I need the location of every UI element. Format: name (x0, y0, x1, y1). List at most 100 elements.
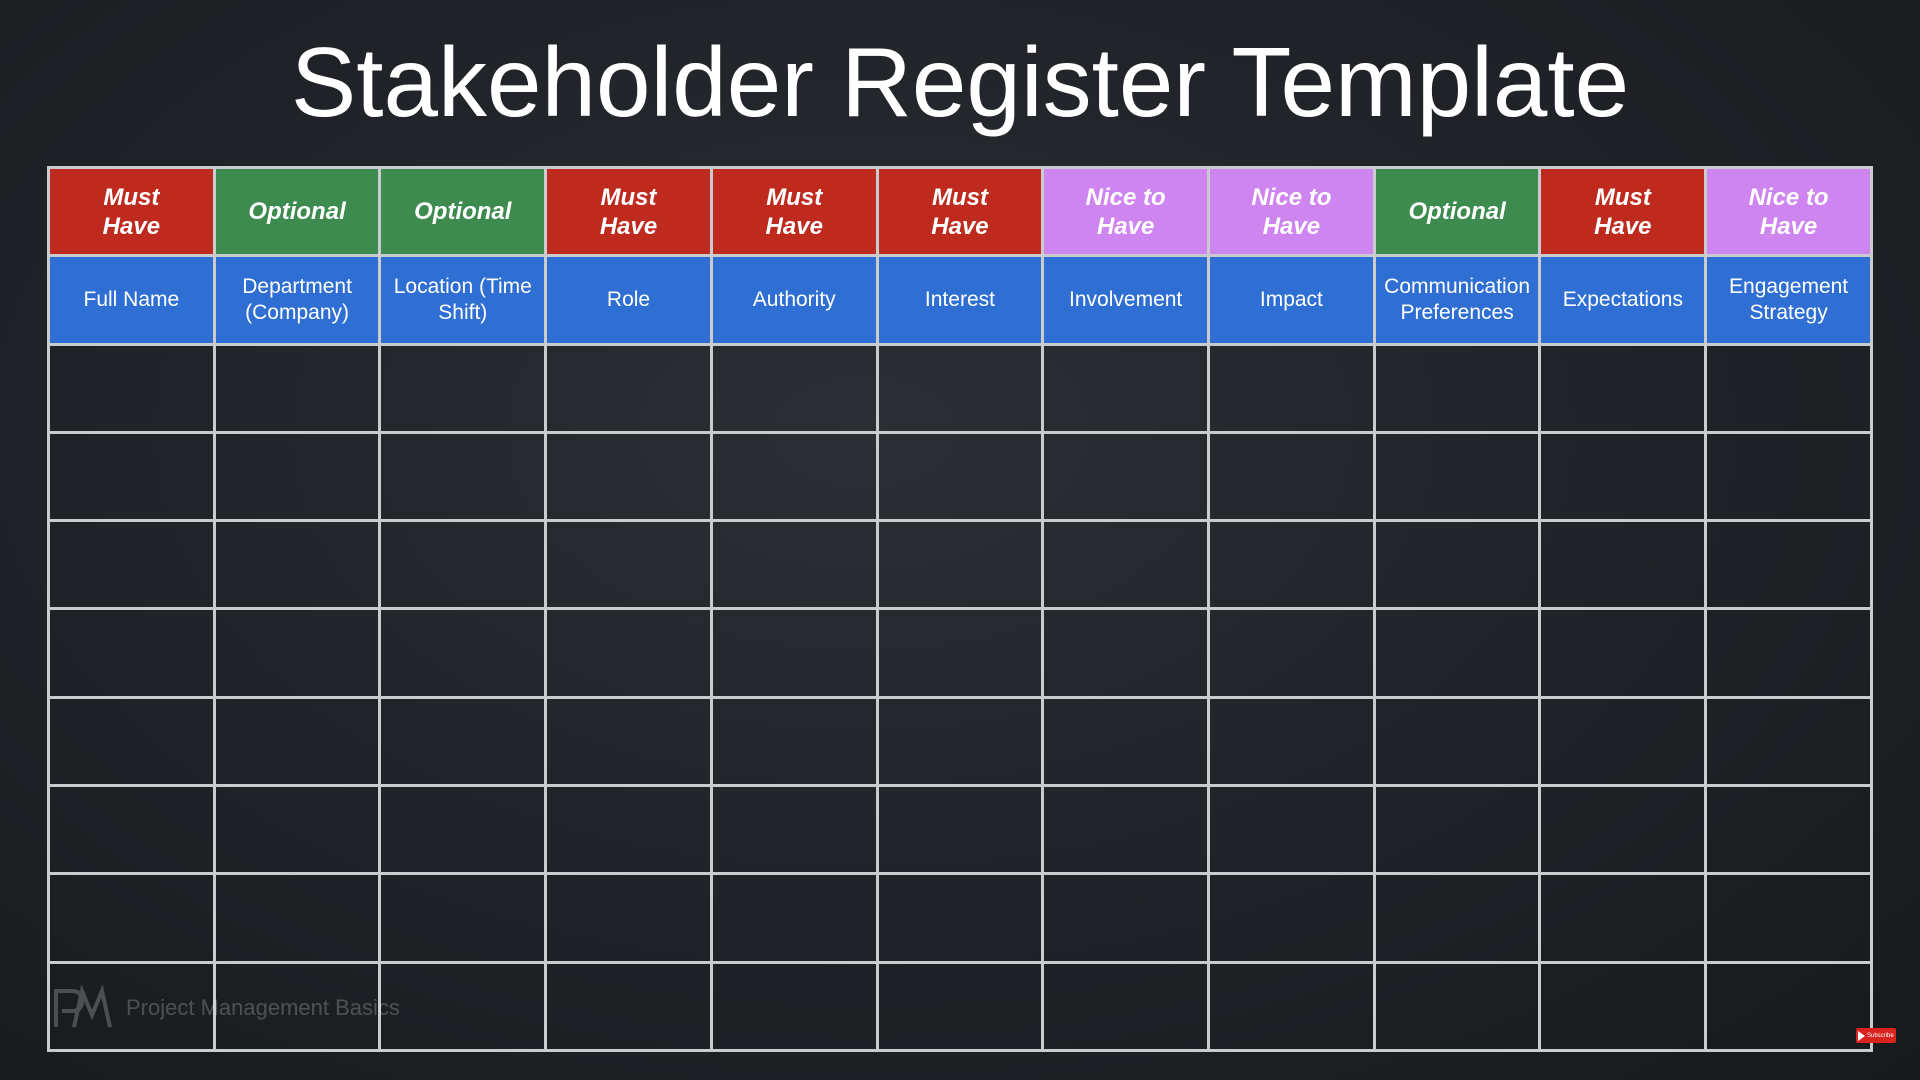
table-cell[interactable] (544, 519, 713, 611)
table-cell[interactable] (1207, 695, 1376, 788)
table-cell[interactable] (47, 342, 216, 434)
table-cell[interactable] (1704, 784, 1873, 876)
table-cell[interactable] (709, 430, 879, 523)
table-cell[interactable] (875, 695, 1045, 788)
table-cell[interactable] (709, 695, 879, 788)
table-cell[interactable] (1207, 607, 1376, 699)
table-cell[interactable] (544, 342, 713, 434)
table-cell[interactable] (1041, 519, 1211, 611)
table-cell[interactable] (544, 872, 713, 964)
table-cell[interactable] (378, 960, 548, 1053)
table-cell[interactable] (1538, 519, 1708, 611)
table-cell[interactable] (709, 960, 879, 1053)
table-cell[interactable] (709, 872, 879, 964)
column-header-label: Department (Company) (242, 274, 352, 324)
table-cell[interactable] (212, 342, 382, 434)
table-cell[interactable] (544, 607, 713, 699)
table-cell[interactable] (378, 430, 548, 523)
table-cell[interactable] (1704, 872, 1873, 964)
table-cell[interactable] (1372, 342, 1542, 434)
table-cell[interactable] (1207, 960, 1376, 1053)
table-cell[interactable] (212, 960, 382, 1053)
column-header-label: Engagement Strategy (1729, 274, 1849, 324)
table-cell[interactable] (212, 695, 382, 788)
table-cell[interactable] (1372, 695, 1542, 788)
priority-label: Must Have (599, 183, 658, 240)
table-cell[interactable] (1372, 519, 1542, 611)
table-cell[interactable] (709, 784, 879, 876)
table-cell[interactable] (47, 695, 216, 788)
table-cell[interactable] (47, 872, 216, 964)
table-cell[interactable] (544, 960, 713, 1053)
table-cell[interactable] (378, 607, 548, 699)
table-cell[interactable] (1372, 784, 1542, 876)
table-cell[interactable] (47, 519, 216, 611)
table-cell[interactable] (1704, 519, 1873, 611)
table-cell[interactable] (378, 695, 548, 788)
table-cell[interactable] (1207, 342, 1376, 434)
column-header-interest: Interest (875, 254, 1045, 346)
table-cell[interactable] (1041, 695, 1211, 788)
table-cell[interactable] (1538, 607, 1708, 699)
table-cell[interactable] (47, 960, 216, 1053)
table-cell[interactable] (378, 342, 548, 434)
table-cell[interactable] (378, 872, 548, 964)
table-cell[interactable] (1207, 519, 1376, 611)
table-cell[interactable] (212, 872, 382, 964)
column-header-expectations: Expectations (1538, 254, 1708, 346)
table-cell[interactable] (1041, 872, 1211, 964)
priority-cell-engagement: Nice to Have (1704, 165, 1873, 258)
column-header-full-name: Full Name (47, 254, 216, 346)
table-cell[interactable] (1704, 695, 1873, 788)
table-cell[interactable] (1207, 784, 1376, 876)
priority-label: Must Have (1594, 183, 1652, 240)
table-cell[interactable] (1041, 960, 1211, 1053)
table-cell[interactable] (212, 519, 382, 611)
table-cell[interactable] (544, 430, 713, 523)
table-cell[interactable] (1372, 960, 1542, 1053)
table-cell[interactable] (1372, 607, 1542, 699)
table-cell[interactable] (875, 430, 1045, 523)
priority-label: Nice to Have (1748, 183, 1829, 240)
table-cell[interactable] (1704, 342, 1873, 434)
table-cell[interactable] (1538, 430, 1708, 523)
table-cell[interactable] (544, 784, 713, 876)
table-cell[interactable] (875, 607, 1045, 699)
table-cell[interactable] (1704, 430, 1873, 523)
table-cell[interactable] (1538, 342, 1708, 434)
table-cell[interactable] (1538, 872, 1708, 964)
table-cell[interactable] (47, 430, 216, 523)
table-cell[interactable] (1538, 784, 1708, 876)
table-cell[interactable] (544, 695, 713, 788)
table-cell[interactable] (875, 960, 1045, 1053)
table-cell[interactable] (1041, 430, 1211, 523)
table-cell[interactable] (709, 519, 879, 611)
table-cell[interactable] (47, 784, 216, 876)
table-cell[interactable] (378, 784, 548, 876)
table-cell[interactable] (709, 342, 879, 434)
table-cell[interactable] (212, 607, 382, 699)
table-cell[interactable] (709, 607, 879, 699)
table-cell[interactable] (212, 430, 382, 523)
table-cell[interactable] (1372, 872, 1542, 964)
table-cell[interactable] (212, 784, 382, 876)
table-cell[interactable] (1041, 784, 1211, 876)
table-cell[interactable] (1538, 695, 1708, 788)
table-cell[interactable] (1041, 342, 1211, 434)
table-cell[interactable] (875, 784, 1045, 876)
column-header-impact: Impact (1207, 254, 1376, 346)
table-cell[interactable] (1538, 960, 1708, 1053)
table-cell[interactable] (1207, 872, 1376, 964)
table-cell[interactable] (47, 607, 216, 699)
table-cell[interactable] (1207, 430, 1376, 523)
table-cell[interactable] (378, 519, 548, 611)
table-cell[interactable] (875, 519, 1045, 611)
table-cell[interactable] (1041, 607, 1211, 699)
column-header-location: Location (Time Shift) (378, 254, 548, 346)
subscribe-button[interactable]: Subscribe (1856, 1028, 1896, 1043)
table-cell[interactable] (875, 342, 1045, 434)
table-cell[interactable] (1372, 430, 1542, 523)
table-cell[interactable] (1704, 960, 1873, 1053)
table-cell[interactable] (1704, 607, 1873, 699)
table-cell[interactable] (875, 872, 1045, 964)
